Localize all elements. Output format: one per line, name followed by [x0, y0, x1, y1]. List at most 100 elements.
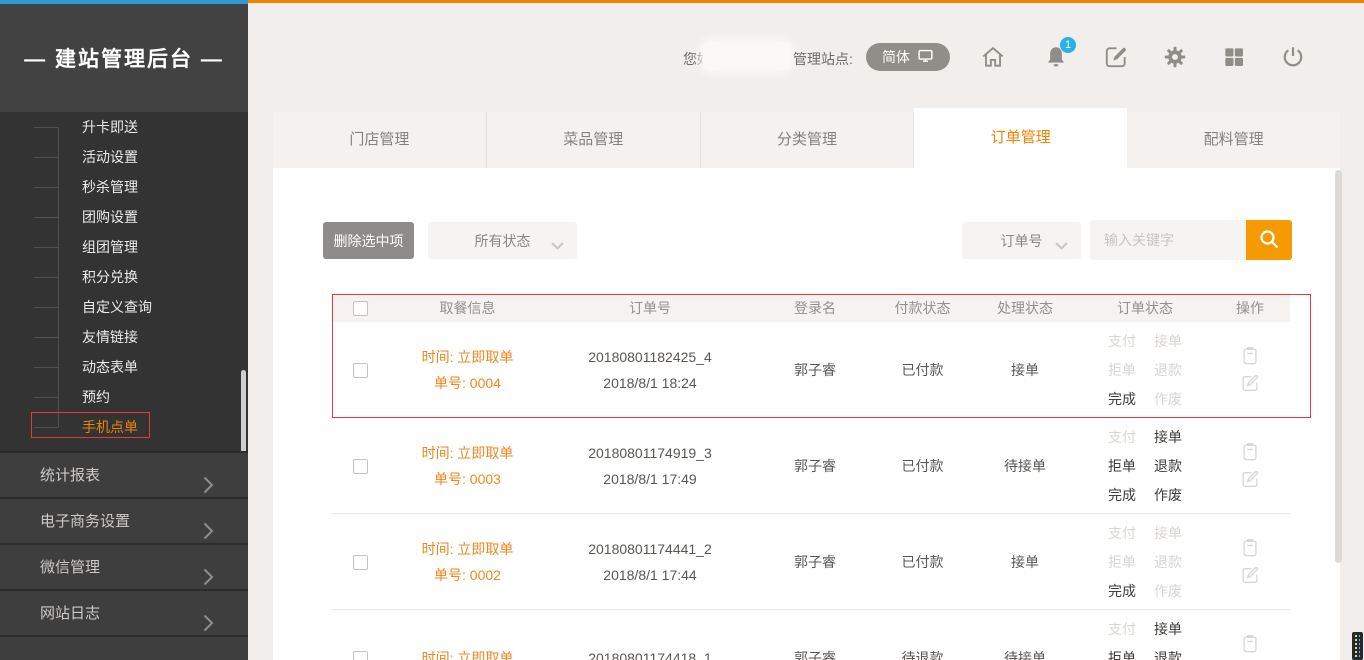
tab-store-management[interactable]: 门店管理 [273, 112, 487, 168]
status-link-accept[interactable]: 接单 [1154, 427, 1182, 447]
status-link-pay[interactable]: 支付 [1108, 427, 1136, 447]
chevron-down-icon [1055, 237, 1068, 253]
sidebar-item-activity[interactable]: 活动设置 [0, 142, 248, 172]
login-name: 郭子睿 [755, 552, 875, 572]
chevron-down-icon [551, 237, 564, 253]
row-checkbox[interactable] [353, 363, 368, 378]
status-link-refund[interactable]: 退款 [1154, 456, 1182, 476]
table-row: 时间: 立即取单 单号: 0004 20180801182425_4 2018/… [331, 322, 1290, 418]
grid-apps-icon[interactable] [1221, 44, 1247, 70]
corner-widget [1352, 632, 1363, 660]
status-link-pay[interactable]: 支付 [1108, 331, 1136, 351]
status-link-reject[interactable]: 拒单 [1108, 456, 1136, 476]
order-panel: 删除选中项 所有状态 订单号 取餐信息 订单号 登录名 付款状态 [273, 168, 1340, 660]
sidebar-item-links[interactable]: 友情链接 [0, 322, 248, 352]
language-pill-button[interactable]: 简体 [866, 43, 950, 71]
status-link-complete[interactable]: 完成 [1108, 581, 1136, 601]
login-name: 郭子睿 [755, 360, 875, 380]
tab-dish-management[interactable]: 菜品管理 [487, 112, 701, 168]
tab-ingredient-management[interactable]: 配料管理 [1127, 112, 1340, 168]
sidebar-item-card-gift[interactable]: 升卡即送 [0, 112, 248, 142]
sidebar-item-group-manage[interactable]: 组团管理 [0, 232, 248, 262]
status-link-refund[interactable]: 退款 [1154, 360, 1182, 380]
sidebar-section-ecommerce[interactable]: 电子商务设置 [0, 499, 248, 545]
sidebar-item-dynamic-form[interactable]: 动态表单 [0, 352, 248, 382]
status-link-pay[interactable]: 支付 [1108, 619, 1136, 639]
power-icon[interactable] [1280, 44, 1306, 70]
search-field-value: 订单号 [1001, 231, 1043, 251]
copy-order-icon[interactable] [1240, 538, 1260, 558]
status-link-accept[interactable]: 接单 [1154, 619, 1182, 639]
status-filter-select[interactable]: 所有状态 [428, 222, 577, 259]
status-link-refund[interactable]: 退款 [1154, 552, 1182, 572]
main-area: 您好 管理站点: 简体 1 门店管理 菜品管理 分类管理 [248, 0, 1364, 660]
bell-icon[interactable]: 1 [1043, 44, 1069, 70]
status-link-complete[interactable]: 完成 [1108, 389, 1136, 409]
gear-icon[interactable] [1162, 44, 1188, 70]
copy-order-icon[interactable] [1240, 442, 1260, 462]
status-link-refund[interactable]: 退款 [1154, 648, 1182, 660]
sidebar-menu: 升卡即送 活动设置 秒杀管理 团购设置 组团管理 积分兑换 自定义查询 友情链接… [0, 112, 248, 442]
status-link-reject[interactable]: 拒单 [1108, 648, 1136, 660]
col-header-status: 订单状态 [1080, 298, 1210, 318]
sidebar: — 建站管理后台 — 升卡即送 活动设置 秒杀管理 团购设置 组团管理 积分兑换… [0, 0, 248, 660]
status-link-accept[interactable]: 接单 [1154, 523, 1182, 543]
order-no: 20180801174441_2 [545, 536, 755, 562]
table-row: 时间: 立即取单 单号: 0002 20180801174441_2 2018/… [331, 514, 1290, 610]
status-link-void[interactable]: 作废 [1154, 485, 1182, 505]
search-button[interactable] [1246, 220, 1292, 260]
delete-selected-button[interactable]: 删除选中项 [323, 222, 414, 259]
status-link-reject[interactable]: 拒单 [1108, 552, 1136, 572]
copy-order-icon[interactable] [1240, 634, 1260, 654]
col-header-ops: 操作 [1210, 298, 1290, 318]
login-name: 郭子睿 [755, 648, 875, 660]
sidebar-item-custom-query[interactable]: 自定义查询 [0, 292, 248, 322]
row-checkbox[interactable] [353, 555, 368, 570]
copy-order-icon[interactable] [1240, 346, 1260, 366]
edit-order-icon[interactable] [1240, 565, 1260, 585]
pay-status: 已付款 [875, 456, 970, 476]
sidebar-item-mobile-order[interactable]: 手机点单 [0, 412, 248, 442]
status-filter-value: 所有状态 [475, 231, 531, 251]
sidebar-sections: 统计报表 电子商务设置 微信管理 网站日志 [0, 451, 248, 660]
pickup-no: 单号: 0002 [390, 562, 545, 588]
search-field-select[interactable]: 订单号 [962, 222, 1081, 259]
sidebar-section-label: 电子商务设置 [40, 513, 130, 530]
status-link-pay[interactable]: 支付 [1108, 523, 1136, 543]
edit-order-icon[interactable] [1240, 469, 1260, 489]
sidebar-section-wechat[interactable]: 微信管理 [0, 545, 248, 591]
monitor-icon [917, 47, 934, 67]
col-header-login: 登录名 [755, 298, 875, 318]
sidebar-section-site-log[interactable]: 网站日志 [0, 591, 248, 637]
col-header-orderno: 订单号 [545, 298, 755, 318]
row-checkbox[interactable] [353, 459, 368, 474]
sidebar-item-group-buy[interactable]: 团购设置 [0, 202, 248, 232]
status-link-complete[interactable]: 完成 [1108, 485, 1136, 505]
status-link-reject[interactable]: 拒单 [1108, 360, 1136, 380]
compose-icon[interactable] [1103, 44, 1129, 70]
home-icon[interactable] [980, 44, 1006, 70]
process-status: 待接单 [970, 456, 1080, 476]
sidebar-item-flash-sale[interactable]: 秒杀管理 [0, 172, 248, 202]
status-link-void[interactable]: 作废 [1154, 581, 1182, 601]
order-time: 2018/8/1 18:24 [545, 370, 755, 396]
pickup-no: 单号: 0004 [390, 370, 545, 396]
order-time: 2018/8/1 17:49 [545, 466, 755, 492]
select-all-checkbox[interactable] [353, 301, 368, 316]
row-checkbox[interactable] [353, 651, 368, 660]
notification-badge: 1 [1060, 37, 1076, 53]
pickup-time: 时间: 立即取单 [390, 645, 545, 660]
tab-order-management[interactable]: 订单管理 [914, 108, 1127, 168]
sidebar-section-reports[interactable]: 统计报表 [0, 453, 248, 499]
status-link-void[interactable]: 作废 [1154, 389, 1182, 409]
sidebar-item-points[interactable]: 积分兑换 [0, 262, 248, 292]
search-icon [1257, 227, 1281, 254]
edit-order-icon[interactable] [1240, 373, 1260, 393]
sidebar-item-reservation[interactable]: 预约 [0, 382, 248, 412]
keyword-input[interactable] [1090, 220, 1246, 260]
tab-category-management[interactable]: 分类管理 [701, 112, 915, 168]
status-link-accept[interactable]: 接单 [1154, 331, 1182, 351]
page-scrollbar[interactable] [1335, 170, 1342, 563]
process-status: 接单 [970, 552, 1080, 572]
pickup-time: 时间: 立即取单 [390, 440, 545, 466]
